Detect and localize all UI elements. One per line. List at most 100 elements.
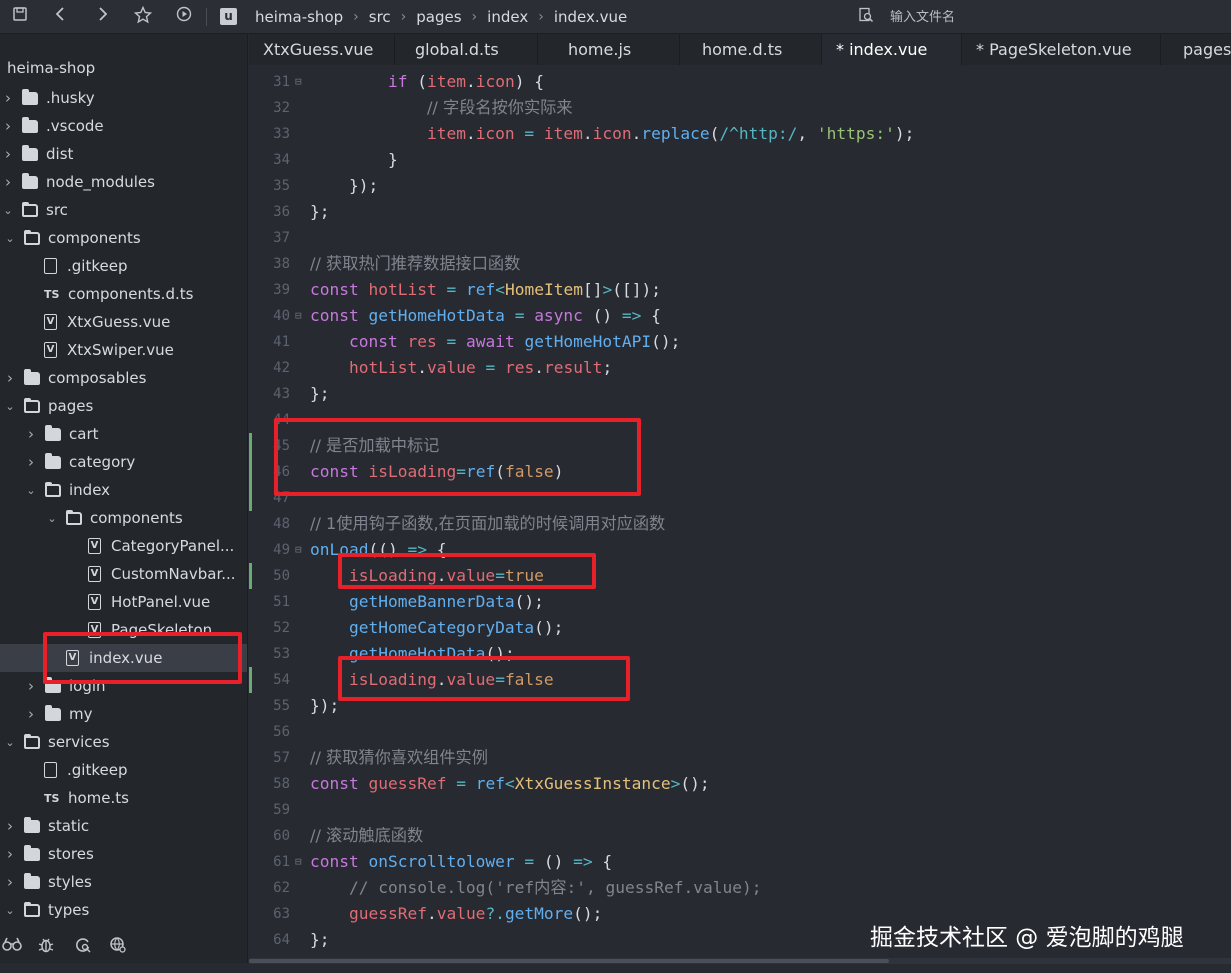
scrollbar-thumb[interactable] [249, 959, 889, 963]
chevron-down-icon[interactable]: ⌄ [46, 512, 58, 525]
chevron-right-icon[interactable]: › [2, 145, 14, 163]
tab-global-d-ts[interactable]: global.d.ts [395, 34, 538, 65]
chevron-down-icon[interactable]: ⌄ [4, 904, 16, 917]
code-line[interactable]: 45 // 是否加载中标记 [249, 433, 1231, 459]
tree-folder[interactable]: ⌄ types [0, 896, 247, 924]
tree-folder[interactable]: › category [0, 448, 247, 476]
tab-xtxguess[interactable]: XtxGuess.vue [249, 34, 395, 65]
code-line[interactable]: 50 isLoading.value=true [249, 563, 1231, 589]
code-line[interactable]: 42 hotList.value = res.result; [249, 355, 1231, 381]
tree-file[interactable]: .gitkeep [0, 252, 247, 280]
horizontal-scrollbar[interactable] [249, 958, 1231, 964]
star-icon[interactable] [132, 5, 154, 28]
code-line[interactable]: 48 // 1使用钩子函数,在页面加载的时候调用对应函数 [249, 511, 1231, 537]
tab-home-d-ts[interactable]: home.d.ts [680, 34, 822, 65]
tree-folder[interactable]: › login [0, 672, 247, 700]
code-line[interactable]: 54 isLoading.value=false [249, 667, 1231, 693]
tree-folder[interactable]: ⌄ pages [0, 392, 247, 420]
settings-globe-icon[interactable] [108, 936, 128, 956]
code-line[interactable]: 55}); [249, 693, 1231, 719]
tree-file[interactable]: TS components.d.ts [0, 280, 247, 308]
tree-folder[interactable]: ⌄ index [0, 476, 247, 504]
breadcrumb-item[interactable]: index [487, 8, 528, 26]
code-line[interactable]: 61 ⊟ const onScrolltolower = () => { [249, 849, 1231, 875]
tree-folder[interactable]: › node_modules [0, 168, 247, 196]
tree-folder[interactable]: ⌄ components [0, 504, 247, 532]
tab-home-js[interactable]: home.js [538, 34, 680, 65]
chevron-right-icon[interactable]: › [2, 89, 14, 107]
run-icon[interactable] [173, 6, 195, 28]
code-line[interactable]: 56 [249, 719, 1231, 745]
code-line[interactable]: 59 [249, 797, 1231, 823]
code-line[interactable]: 40 ⊟ const getHomeHotData = async () => { [249, 303, 1231, 329]
tree-file[interactable]: V CategoryPanel... [0, 532, 247, 560]
tree-folder[interactable]: › dist [0, 140, 247, 168]
tree-file[interactable]: V HotPanel.vue [0, 588, 247, 616]
tree-file[interactable]: TS home.ts [0, 784, 247, 812]
tree-folder[interactable]: › my [0, 700, 247, 728]
chevron-right-icon[interactable]: › [25, 453, 37, 471]
breadcrumb-item[interactable]: heima-shop [255, 8, 343, 26]
chevron-right-icon[interactable]: › [25, 705, 37, 723]
chevron-down-icon[interactable]: ⌄ [4, 736, 16, 749]
tree-folder[interactable]: ⌄ services [0, 728, 247, 756]
code-line[interactable]: 57 // 获取猜你喜欢组件实例 [249, 745, 1231, 771]
tree-folder[interactable]: › static [0, 812, 247, 840]
code-editor[interactable]: 31 ⊟ if (item.icon) {32 // 字段名按你实际来 33 ite… [249, 65, 1231, 958]
tree-folder[interactable]: ⌄ components [0, 224, 247, 252]
code-line[interactable]: 49 ⊟ onLoad(() => { [249, 537, 1231, 563]
chevron-right-icon[interactable]: › [25, 677, 37, 695]
chevron-right-icon[interactable]: › [25, 425, 37, 443]
tree-file[interactable]: V CustomNavbar... [0, 560, 247, 588]
tree-folder[interactable]: › stores [0, 840, 247, 868]
code-line[interactable]: 62 // console.log('ref内容:', guessRef.val… [249, 875, 1231, 901]
fold-toggle-icon[interactable]: ⊟ [295, 69, 302, 95]
code-line[interactable]: 37 [249, 225, 1231, 251]
fold-toggle-icon[interactable]: ⊟ [295, 537, 302, 563]
code-line[interactable]: 33 item.icon = item.icon.replace(/^http:… [249, 121, 1231, 147]
tab-pages[interactable]: pages [1161, 34, 1231, 65]
refresh-search-icon[interactable] [73, 936, 93, 956]
tab-pageskeleton-vue[interactable]: * PageSkeleton.vue [962, 34, 1161, 65]
code-line[interactable]: 51 getHomeBannerData(); [249, 589, 1231, 615]
fold-toggle-icon[interactable]: ⊟ [295, 849, 302, 875]
code-line[interactable]: 44 [249, 407, 1231, 433]
breadcrumb-item[interactable]: src [369, 8, 391, 26]
tree-file[interactable]: Vindex.vue [0, 644, 247, 672]
tree-folder[interactable]: › composables [0, 364, 247, 392]
fold-toggle-icon[interactable]: ⊟ [295, 303, 302, 329]
chevron-down-icon[interactable]: ⌄ [4, 232, 16, 245]
code-line[interactable]: 39 const hotList = ref<HomeItem[]>([]); [249, 277, 1231, 303]
code-line[interactable]: 35 }); [249, 173, 1231, 199]
tree-file[interactable]: V XtxSwiper.vue [0, 336, 247, 364]
bug-icon[interactable] [36, 936, 56, 956]
tree-file[interactable]: V XtxGuess.vue [0, 308, 247, 336]
tree-folder[interactable]: › .husky [0, 84, 247, 112]
breadcrumb-item[interactable]: pages [416, 8, 461, 26]
chevron-down-icon[interactable]: ⌄ [25, 484, 37, 497]
project-name[interactable]: heima-shop [7, 59, 95, 77]
tab-index-vue[interactable]: * index.vue [822, 34, 962, 65]
chevron-down-icon[interactable]: ⌄ [4, 400, 16, 413]
code-line[interactable]: 47 [249, 485, 1231, 511]
code-line[interactable]: 52 getHomeCategoryData(); [249, 615, 1231, 641]
tree-folder[interactable]: › cart [0, 420, 247, 448]
breadcrumb-item[interactable]: index.vue [554, 8, 627, 26]
tree-file[interactable]: V PageSkeleton... [0, 616, 247, 644]
file-search-input[interactable] [890, 9, 1090, 25]
chevron-right-icon[interactable]: › [4, 873, 16, 891]
tree-folder[interactable]: › .vscode [0, 112, 247, 140]
tree-folder[interactable]: › styles [0, 868, 247, 896]
chevron-right-icon[interactable]: › [2, 117, 14, 135]
code-line[interactable]: 58 const guessRef = ref<XtxGuessInstance>… [249, 771, 1231, 797]
chevron-right-icon[interactable]: › [4, 369, 16, 387]
chevron-right-icon[interactable]: › [2, 173, 14, 191]
code-line[interactable]: 36}; [249, 199, 1231, 225]
code-line[interactable]: 43}; [249, 381, 1231, 407]
save-icon[interactable] [9, 6, 31, 28]
binoculars-icon[interactable] [2, 936, 22, 956]
tree-file[interactable]: .gitkeep [0, 756, 247, 784]
tree-folder[interactable]: ⌄ src [0, 196, 247, 224]
forward-arrow-icon[interactable] [91, 6, 113, 28]
code-line[interactable]: 46 const isLoading=ref(false) [249, 459, 1231, 485]
